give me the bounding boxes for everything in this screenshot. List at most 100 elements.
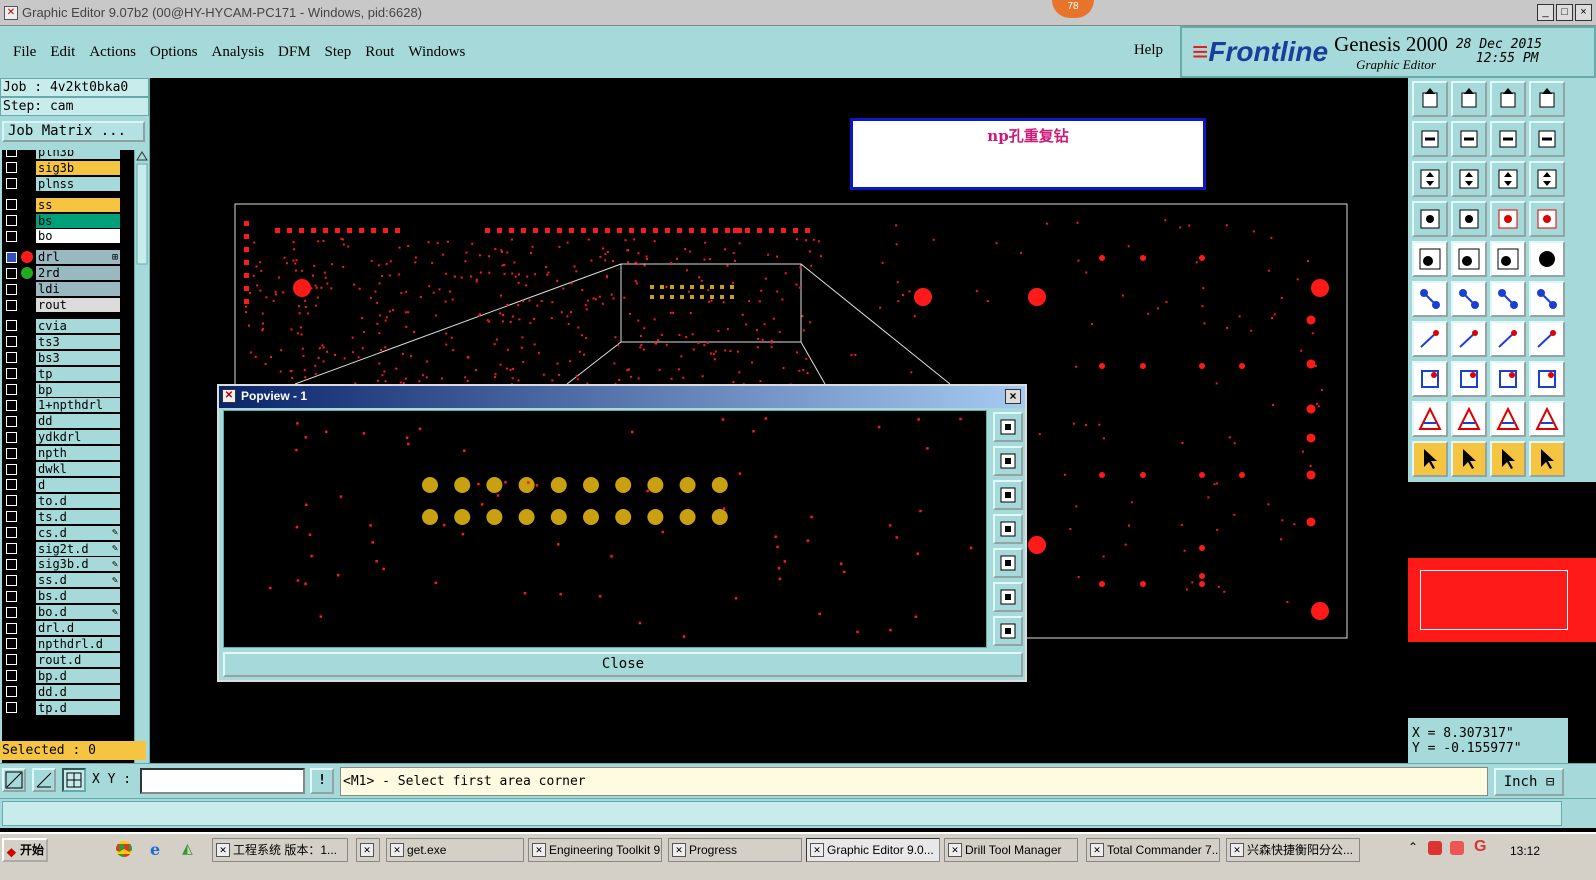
- popview-pan-right-button[interactable]: [993, 548, 1023, 578]
- popview-pan-up-button[interactable]: [993, 446, 1023, 476]
- start-button[interactable]: ❖ 开始: [2, 838, 48, 862]
- arrow-select-button[interactable]: [1412, 241, 1448, 277]
- layer-checkbox[interactable]: [6, 283, 17, 295]
- duplicate-shapes-button[interactable]: [1529, 361, 1565, 397]
- black-dot-button[interactable]: [1529, 241, 1565, 277]
- copy-pad-button[interactable]: [1412, 361, 1448, 397]
- panel-left-button[interactable]: [1412, 121, 1448, 157]
- layer-row-d[interactable]: d: [2, 477, 120, 493]
- layer-checkbox[interactable]: [6, 215, 17, 227]
- layer-row-rout-d[interactable]: rout.d: [2, 652, 120, 668]
- layer-checkbox[interactable]: [6, 230, 17, 242]
- units-select[interactable]: Inch ⊟: [1494, 768, 1564, 796]
- triangle-four-button[interactable]: [1529, 401, 1565, 437]
- zoom-center-button[interactable]: [1451, 161, 1487, 197]
- redo-feature-button[interactable]: [1529, 121, 1565, 157]
- zoom-1-2-button[interactable]: [1490, 161, 1526, 197]
- popview-titlebar[interactable]: ✕ Popview - 1 ×: [219, 386, 1025, 408]
- layer-row-ydkdrl[interactable]: ydkdrl: [2, 429, 120, 445]
- layer-row-sig2t-d[interactable]: sig2t.d ✎: [2, 541, 120, 557]
- help-query-button[interactable]: [1529, 161, 1565, 197]
- color-display-button[interactable]: [1451, 241, 1487, 277]
- layer-row-npthdrl-d[interactable]: npthdrl.d: [2, 636, 120, 652]
- layer-checkbox[interactable]: [6, 178, 17, 190]
- menu-file[interactable]: File: [12, 44, 37, 61]
- layer-checkbox[interactable]: [6, 431, 17, 443]
- connect-nodes-button[interactable]: [1412, 281, 1448, 317]
- layer-checkbox[interactable]: [6, 199, 17, 211]
- layer-checkbox[interactable]: [6, 320, 17, 332]
- close-job-button[interactable]: [1451, 81, 1487, 117]
- taskbar-item[interactable]: ✕ Graphic Editor 9.0...: [806, 838, 940, 862]
- popview-pan-fit-button[interactable]: [993, 412, 1023, 442]
- layer-checkbox[interactable]: [6, 527, 17, 539]
- menu-edit[interactable]: Edit: [49, 44, 76, 61]
- minimize-button[interactable]: _: [1537, 4, 1554, 21]
- move-node-button[interactable]: [1529, 281, 1565, 317]
- layer-row-dwkl[interactable]: dwkl: [2, 461, 120, 477]
- layer-checkbox[interactable]: [6, 336, 17, 348]
- layer-row-2rd[interactable]: 2rd: [2, 265, 120, 281]
- pointer-circle-button[interactable]: [1490, 441, 1526, 477]
- layer-row-bs[interactable]: bs: [2, 213, 120, 229]
- layer-row-ss[interactable]: ss: [2, 197, 120, 213]
- measure-button[interactable]: [32, 768, 56, 792]
- menu-rout[interactable]: Rout: [364, 44, 395, 61]
- layer-checkbox[interactable]: [6, 150, 17, 158]
- window-split-button[interactable]: [1529, 81, 1565, 117]
- grid-toggle-button[interactable]: [1451, 201, 1487, 237]
- minimap[interactable]: [1408, 482, 1596, 718]
- menu-actions[interactable]: Actions: [88, 44, 137, 61]
- grid-button[interactable]: [62, 768, 86, 792]
- split-line-button[interactable]: [1451, 361, 1487, 397]
- rotate-arc-button[interactable]: [1490, 321, 1526, 357]
- open-job-button[interactable]: [1412, 81, 1448, 117]
- layer-checkbox[interactable]: [6, 606, 17, 618]
- layer-row-dd[interactable]: dd: [2, 413, 120, 429]
- add-node-button[interactable]: [1490, 281, 1526, 317]
- taskbar-item[interactable]: ✕ 工程系统 版本：1...: [212, 838, 348, 862]
- popview-pan-down-button[interactable]: [993, 480, 1023, 510]
- layer-checkbox[interactable]: [6, 479, 17, 491]
- layer-row-plnss[interactable]: plnss: [2, 176, 120, 192]
- ruler-button[interactable]: [1490, 241, 1526, 277]
- tray-arrow-icon[interactable]: ⌃: [1408, 840, 1418, 854]
- ie-icon[interactable]: e: [150, 840, 160, 859]
- taskbar-item[interactable]: ✕ get.exe: [386, 838, 524, 862]
- layer-row-sig3b[interactable]: sig3b: [2, 160, 120, 176]
- maximize-button[interactable]: □: [1556, 4, 1573, 21]
- layer-checkbox[interactable]: [6, 654, 17, 666]
- layer-row-bo-d[interactable]: bo.d ✎: [2, 604, 120, 620]
- layer-row-cs-d[interactable]: cs.d ✎: [2, 525, 120, 541]
- xy-input[interactable]: [140, 768, 305, 794]
- layer-checkbox[interactable]: [6, 622, 17, 634]
- job-matrix-button[interactable]: Job Matrix ...: [2, 121, 145, 142]
- layer-row-rout[interactable]: rout: [2, 297, 120, 313]
- layer-checkbox[interactable]: [6, 251, 17, 263]
- layer-row-bo[interactable]: bo: [2, 229, 120, 245]
- taskbar-item[interactable]: ✕: [356, 838, 380, 862]
- layer-checkbox[interactable]: [6, 162, 17, 174]
- triangle-one-button[interactable]: [1412, 401, 1448, 437]
- layer-checkbox[interactable]: [6, 368, 17, 380]
- layer-scrollbar[interactable]: [134, 150, 148, 800]
- system-clock[interactable]: 13:12: [1510, 844, 1540, 858]
- media-icon[interactable]: ◭: [182, 840, 193, 857]
- layer-checkbox[interactable]: [6, 415, 17, 427]
- measure-red-button[interactable]: [1490, 201, 1526, 237]
- menu-analysis[interactable]: Analysis: [211, 44, 266, 61]
- taskbar-item[interactable]: ✕ Total Commander 7....: [1086, 838, 1220, 862]
- layer-checkbox[interactable]: [6, 558, 17, 570]
- layer-row-ts3[interactable]: ts3: [2, 334, 120, 350]
- layer-checkbox[interactable]: [6, 384, 17, 396]
- pointer-box-button[interactable]: [1451, 441, 1487, 477]
- layer-checkbox[interactable]: [6, 352, 17, 364]
- layer-row-pln3b[interactable]: pln3b: [2, 150, 120, 160]
- layer-row-ts-d[interactable]: ts.d: [2, 509, 120, 525]
- layer-row-ldi[interactable]: ldi: [2, 281, 120, 297]
- layer-checkbox[interactable]: [6, 463, 17, 475]
- layer-checkbox[interactable]: [6, 399, 17, 411]
- panel-right-button[interactable]: [1451, 121, 1487, 157]
- triangle-three-button[interactable]: [1490, 401, 1526, 437]
- layer-checkbox[interactable]: [6, 299, 17, 311]
